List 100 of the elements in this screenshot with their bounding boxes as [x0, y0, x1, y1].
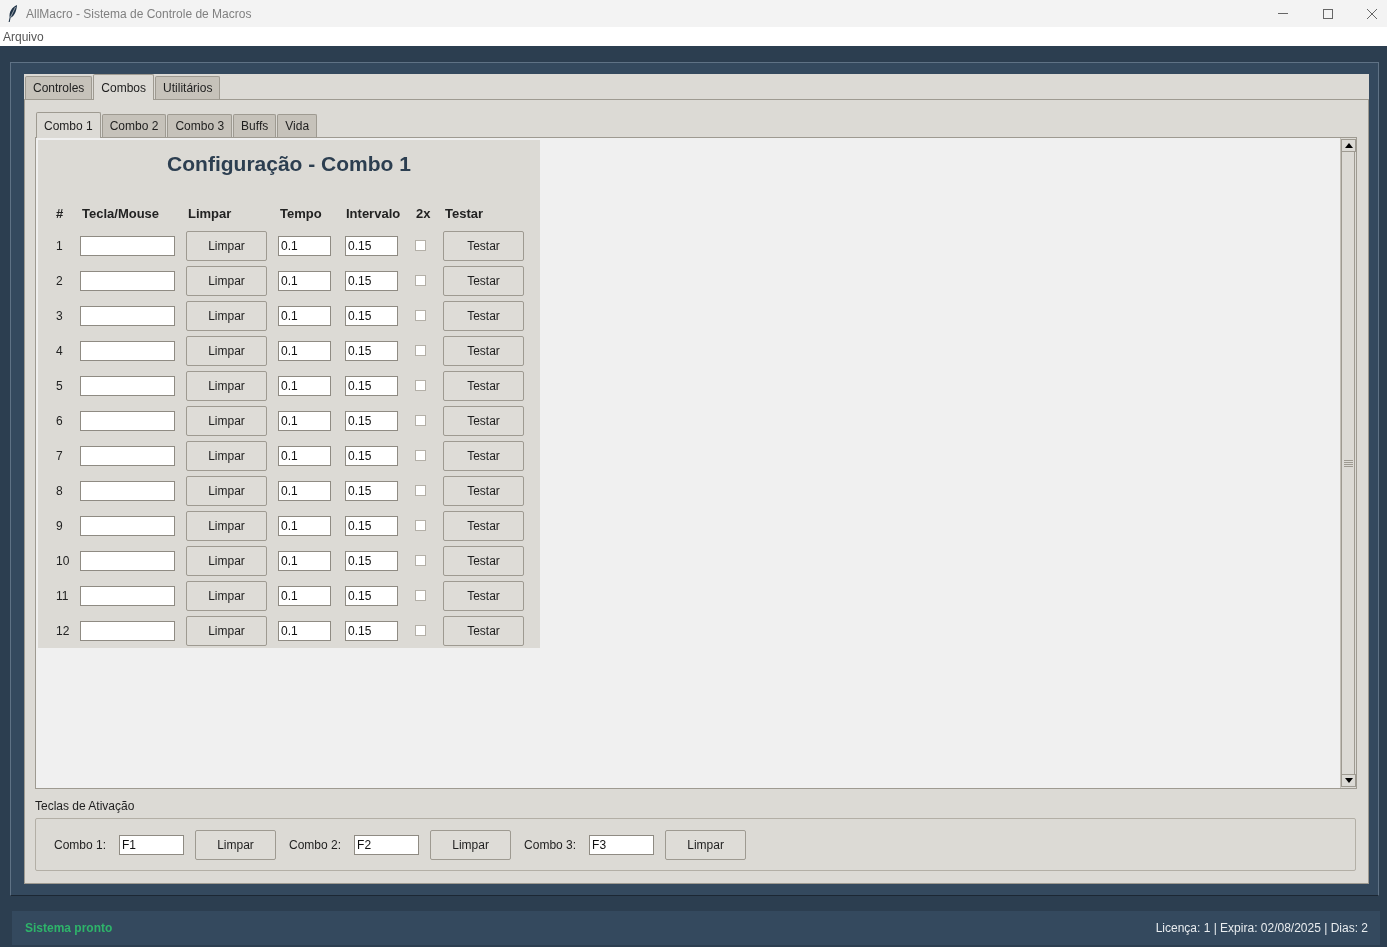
interval-field[interactable]: 0.15 — [345, 340, 398, 361]
interval-field[interactable]: 0.15 — [345, 585, 398, 606]
time-field[interactable]: 0.1 — [278, 340, 331, 361]
scroll-down-button[interactable] — [1341, 774, 1356, 787]
time-field[interactable]: 0.1 — [278, 585, 331, 606]
interval-field[interactable]: 0.15 — [345, 410, 398, 431]
column-header: Limpar — [187, 205, 232, 221]
time-field[interactable]: 0.1 — [278, 235, 331, 256]
key-field[interactable] — [80, 235, 175, 256]
test-button[interactable]: Testar — [443, 300, 524, 331]
key-field[interactable] — [80, 410, 175, 431]
key-field[interactable] — [80, 340, 175, 361]
test-button[interactable]: Testar — [443, 440, 524, 471]
clear-button[interactable]: Limpar — [186, 615, 267, 646]
hotkey-field[interactable]: F2 — [354, 834, 420, 855]
key-field[interactable] — [80, 620, 175, 641]
time-field[interactable]: 0.1 — [278, 480, 331, 501]
clear-button[interactable]: Limpar — [186, 335, 267, 366]
test-button[interactable]: Testar — [443, 335, 524, 366]
tab[interactable]: Controles — [25, 76, 93, 99]
checkbox[interactable] — [415, 485, 426, 496]
time-field[interactable]: 0.1 — [278, 410, 331, 431]
interval-field[interactable]: 0.15 — [345, 515, 398, 536]
maximize-icon — [1322, 8, 1333, 19]
clear-button[interactable]: Limpar — [186, 545, 267, 576]
interval-field[interactable]: 0.15 — [345, 445, 398, 466]
row-number: 7 — [55, 448, 63, 463]
tab[interactable]: Buffs — [233, 114, 277, 137]
clear-button[interactable]: Limpar — [186, 370, 267, 401]
interval-field[interactable]: 0.15 — [345, 375, 398, 396]
group-label: Teclas de Ativação — [35, 799, 135, 813]
time-field[interactable]: 0.1 — [278, 515, 331, 536]
scrollbar[interactable] — [1340, 138, 1356, 788]
menu-item[interactable]: Arquivo — [0, 29, 47, 44]
key-field[interactable] — [80, 585, 175, 606]
key-field[interactable] — [80, 375, 175, 396]
clear-button[interactable]: Limpar — [186, 230, 267, 261]
checkbox[interactable] — [415, 415, 426, 426]
key-field[interactable] — [80, 515, 175, 536]
row-number: 3 — [55, 308, 63, 323]
clear-button[interactable]: Limpar — [186, 440, 267, 471]
window-title: AllMacro - Sistema de Controle de Macros — [26, 6, 252, 21]
test-button[interactable]: Testar — [443, 580, 524, 611]
checkbox[interactable] — [415, 345, 426, 356]
key-field[interactable] — [80, 270, 175, 291]
column-header: 2x — [415, 205, 431, 221]
status-message: Sistema pronto — [25, 921, 113, 935]
time-field[interactable]: 0.1 — [278, 270, 331, 291]
time-field[interactable]: 0.1 — [278, 550, 331, 571]
section-title: Configuração - Combo 1 — [166, 151, 412, 177]
clear-button[interactable]: Limpar — [186, 580, 267, 611]
clear-button[interactable]: Limpar — [665, 829, 747, 860]
checkbox[interactable] — [415, 240, 426, 251]
test-button[interactable]: Testar — [443, 615, 524, 646]
checkbox[interactable] — [415, 310, 426, 321]
interval-field[interactable]: 0.15 — [345, 305, 398, 326]
scroll-up-button[interactable] — [1341, 139, 1356, 152]
interval-field[interactable]: 0.15 — [345, 270, 398, 291]
tab[interactable]: Combo 1 — [36, 112, 101, 138]
clear-button[interactable]: Limpar — [186, 265, 267, 296]
checkbox[interactable] — [415, 450, 426, 461]
tab[interactable]: Utilitários — [155, 76, 221, 99]
clear-button[interactable]: Limpar — [186, 475, 267, 506]
test-button[interactable]: Testar — [443, 265, 524, 296]
hotkey-field[interactable]: F3 — [589, 834, 655, 855]
time-field[interactable]: 0.1 — [278, 305, 331, 326]
checkbox[interactable] — [415, 380, 426, 391]
test-button[interactable]: Testar — [443, 405, 524, 436]
test-button[interactable]: Testar — [443, 510, 524, 541]
key-field[interactable] — [80, 550, 175, 571]
clear-button[interactable]: Limpar — [186, 405, 267, 436]
test-button[interactable]: Testar — [443, 370, 524, 401]
tab[interactable]: Combos — [93, 74, 155, 100]
key-field[interactable] — [80, 305, 175, 326]
tab[interactable]: Combo 2 — [101, 114, 167, 137]
clear-button[interactable]: Limpar — [186, 510, 267, 541]
key-field[interactable] — [80, 480, 175, 501]
checkbox[interactable] — [415, 555, 426, 566]
tab[interactable]: Combo 3 — [167, 114, 233, 137]
time-field[interactable]: 0.1 — [278, 445, 331, 466]
test-button[interactable]: Testar — [443, 230, 524, 261]
checkbox[interactable] — [415, 275, 426, 286]
interval-field[interactable]: 0.15 — [345, 550, 398, 571]
interval-field[interactable]: 0.15 — [345, 480, 398, 501]
tab[interactable]: Vida — [277, 114, 318, 137]
hotkey-field[interactable]: F1 — [119, 834, 185, 855]
checkbox[interactable] — [415, 590, 426, 601]
time-field[interactable]: 0.1 — [278, 620, 331, 641]
test-button[interactable]: Testar — [443, 545, 524, 576]
clear-button[interactable]: Limpar — [186, 300, 267, 331]
test-button[interactable]: Testar — [443, 475, 524, 506]
key-field[interactable] — [80, 445, 175, 466]
scrollbar-thumb[interactable] — [1341, 152, 1355, 774]
checkbox[interactable] — [415, 625, 426, 636]
interval-field[interactable]: 0.15 — [345, 620, 398, 641]
interval-field[interactable]: 0.15 — [345, 235, 398, 256]
clear-button[interactable]: Limpar — [195, 829, 277, 860]
clear-button[interactable]: Limpar — [430, 829, 512, 860]
checkbox[interactable] — [415, 520, 426, 531]
time-field[interactable]: 0.1 — [278, 375, 331, 396]
